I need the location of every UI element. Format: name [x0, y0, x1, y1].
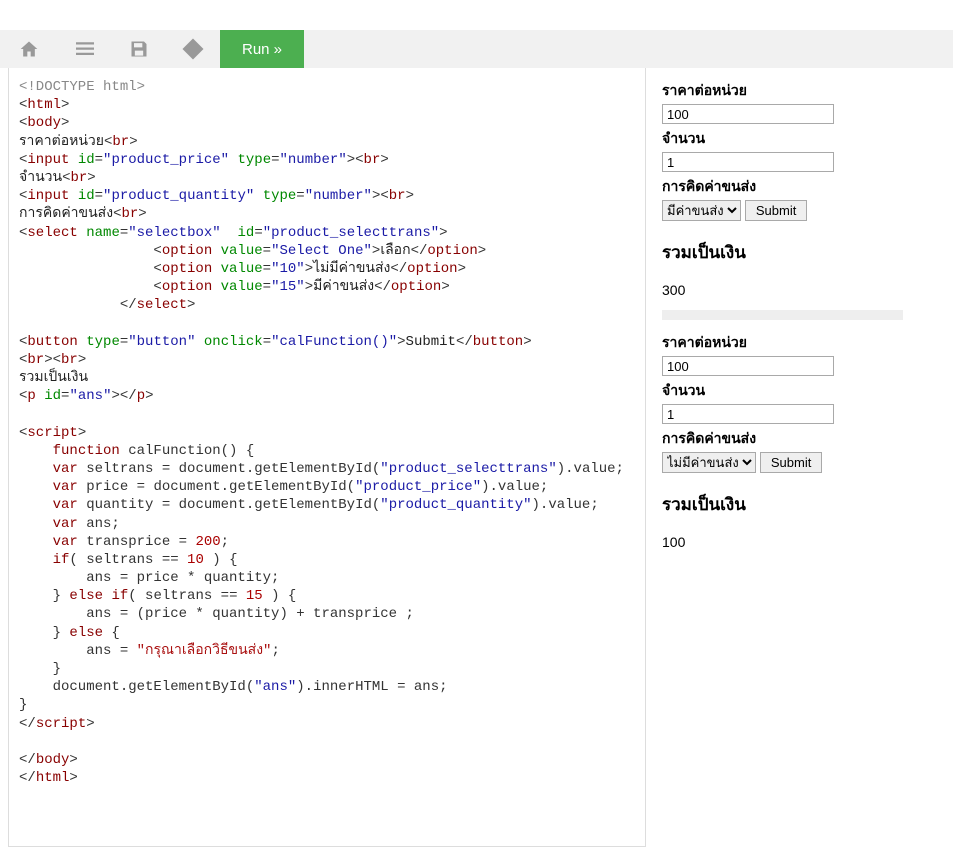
qty-input[interactable]: [662, 404, 834, 424]
sum-label: รวมเป็นเงิน: [662, 491, 953, 518]
label-ship: การคิดค่าขนส่ง: [662, 176, 953, 198]
sum-label: รวมเป็นเงิน: [662, 239, 953, 266]
menu-icon[interactable]: [58, 30, 112, 68]
label-qty: จำนวน: [662, 380, 953, 402]
price-input[interactable]: [662, 356, 834, 376]
preview-pane: ราคาต่อหน่วย จำนวน การคิดค่าขนส่ง มีค่าข…: [648, 68, 953, 847]
run-button[interactable]: Run »: [220, 30, 304, 68]
code-editor[interactable]: <!DOCTYPE html> <html> <body> ราคาต่อหน่…: [8, 68, 646, 847]
label-ship: การคิดค่าขนส่ง: [662, 428, 953, 450]
qty-input[interactable]: [662, 152, 834, 172]
separator: [662, 310, 903, 320]
label-qty: จำนวน: [662, 128, 953, 150]
shipping-select[interactable]: ไม่มีค่าขนส่ง: [662, 452, 756, 473]
rotate-icon[interactable]: [166, 30, 220, 68]
home-icon[interactable]: [0, 30, 58, 68]
shipping-select[interactable]: มีค่าขนส่ง: [662, 200, 741, 221]
answer-value: 100: [662, 534, 953, 550]
save-icon[interactable]: [112, 30, 166, 68]
label-price: ราคาต่อหน่วย: [662, 80, 953, 102]
price-input[interactable]: [662, 104, 834, 124]
top-spacer: [0, 0, 953, 30]
code-doctype: <!DOCTYPE html>: [19, 79, 145, 95]
preview-block-2: ราคาต่อหน่วย จำนวน การคิดค่าขนส่ง ไม่มีค…: [662, 332, 953, 550]
submit-button[interactable]: Submit: [745, 200, 807, 221]
submit-button[interactable]: Submit: [760, 452, 822, 473]
toolbar: Run »: [0, 30, 953, 68]
answer-value: 300: [662, 282, 953, 298]
preview-block-1: ราคาต่อหน่วย จำนวน การคิดค่าขนส่ง มีค่าข…: [662, 80, 953, 298]
main-area: <!DOCTYPE html> <html> <body> ราคาต่อหน่…: [0, 68, 953, 847]
label-price: ราคาต่อหน่วย: [662, 332, 953, 354]
